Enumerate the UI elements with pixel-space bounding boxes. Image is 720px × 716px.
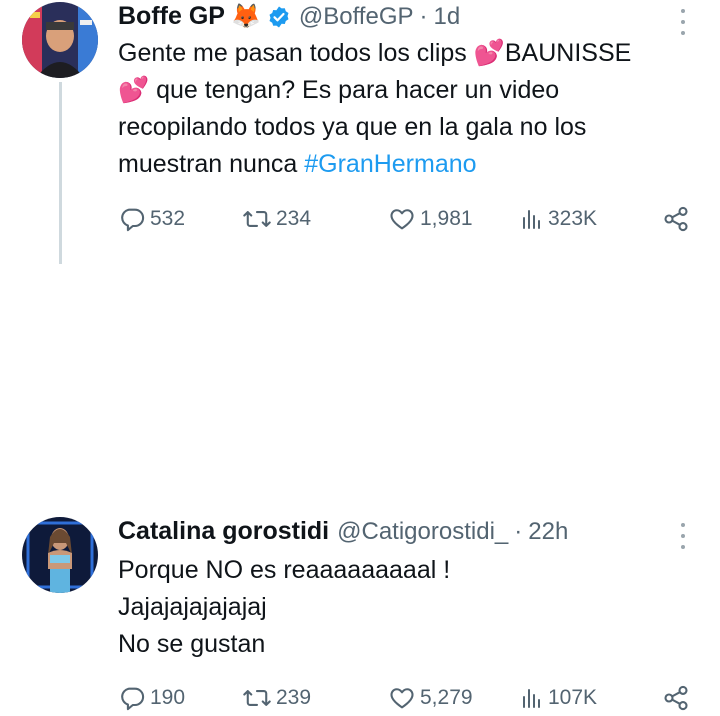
tweet-actions: 532 234 1,981 323K xyxy=(118,201,690,237)
separator-dot: · xyxy=(419,2,428,30)
views-button[interactable]: 107K xyxy=(520,685,597,711)
views-icon xyxy=(523,689,540,708)
views-count: 107K xyxy=(548,686,598,709)
like-count: 5,279 xyxy=(420,686,473,709)
hashtag-link[interactable]: #GranHermano xyxy=(304,150,476,178)
author-name[interactable]: Boffe GP xyxy=(118,2,225,31)
tweet-text-segment: muestran nunca xyxy=(118,150,298,178)
retweet-count: 234 xyxy=(276,207,312,230)
more-icon[interactable] xyxy=(674,9,692,35)
views-button[interactable]: 323K xyxy=(520,206,597,232)
tweet-actions: 190 239 5,279 107K xyxy=(118,680,690,716)
tweet-header: Catalina gorostidi @Catigorostidi_ · 22h xyxy=(118,517,568,546)
share-button[interactable] xyxy=(662,205,690,233)
tweet-text: Gente me pasan todos los clips 💕BAUNISSE… xyxy=(118,35,698,183)
retweet-icon xyxy=(243,211,271,227)
thread-connector-line xyxy=(59,82,62,264)
retweet-count: 239 xyxy=(276,686,312,709)
fox-emoji: 🦊 xyxy=(230,3,261,30)
reply-icon xyxy=(121,208,145,232)
reply-button[interactable]: 532 xyxy=(118,205,185,233)
share-icon xyxy=(664,206,688,232)
views-count: 323K xyxy=(548,207,598,230)
reply-icon xyxy=(121,687,145,711)
timestamp[interactable]: 22h xyxy=(528,518,568,546)
tweet-text-line: Porque NO es reaaaaaaaaal ! xyxy=(118,556,451,584)
author-handle[interactable]: @Catigorostidi_ xyxy=(337,518,508,546)
timestamp[interactable]: 1d xyxy=(434,3,461,31)
tweet-text: Porque NO es reaaaaaaaaal ! Jajajajajaja… xyxy=(118,552,698,663)
tweet-text-line: recopilando todos ya que en la gala no l… xyxy=(118,113,587,141)
like-icon xyxy=(390,209,414,230)
retweet-button[interactable]: 234 xyxy=(242,205,311,233)
separator-dot: · xyxy=(514,517,523,545)
tweet-original[interactable]: Boffe GP 🦊 @BoffeGP · 1d Gente me pasan … xyxy=(0,0,720,264)
tweet-text-line-last: muestran nunca #GranHermano xyxy=(118,146,698,183)
share-icon xyxy=(664,685,688,711)
views-icon xyxy=(523,210,540,229)
tweet-text-line: 💕 que tengan? Es para hacer un video xyxy=(118,76,560,104)
reply-count: 532 xyxy=(150,207,186,230)
more-icon[interactable] xyxy=(674,523,692,549)
avatar-boffe[interactable] xyxy=(22,2,98,78)
like-icon xyxy=(390,688,414,709)
tweet-reply[interactable]: Catalina gorostidi @Catigorostidi_ · 22h… xyxy=(0,247,720,711)
tweet-header: Boffe GP 🦊 @BoffeGP · 1d xyxy=(118,2,460,31)
reply-count: 190 xyxy=(150,686,186,709)
reply-button[interactable]: 190 xyxy=(118,684,185,712)
tweet-text-line: No se gustan xyxy=(118,630,266,658)
verified-badge-icon xyxy=(267,5,291,29)
tweet-text-line: Gente me pasan todos los clips 💕BAUNISSE xyxy=(118,39,632,67)
retweet-icon xyxy=(243,690,271,706)
like-button[interactable]: 5,279 xyxy=(388,684,473,712)
avatar-catalina[interactable] xyxy=(22,517,98,593)
like-count: 1,981 xyxy=(420,207,473,230)
author-name[interactable]: Catalina gorostidi xyxy=(118,517,329,546)
share-button[interactable] xyxy=(662,684,690,712)
author-handle[interactable]: @BoffeGP xyxy=(299,3,414,31)
like-button[interactable]: 1,981 xyxy=(388,205,473,233)
tweet-text-line: Jajajajajajajaj xyxy=(118,593,267,621)
retweet-button[interactable]: 239 xyxy=(242,684,311,712)
